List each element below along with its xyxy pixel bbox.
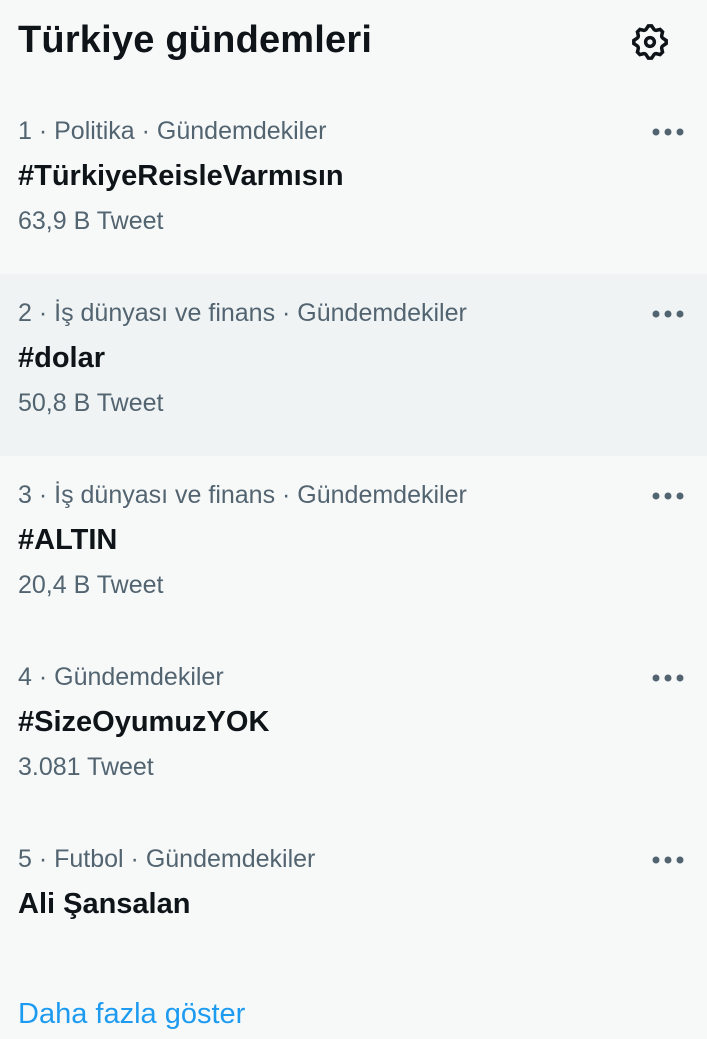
trend-context: 1 · Politika · Gündemdekiler <box>18 117 327 145</box>
trend-tweet-count: 3.081 Tweet <box>18 753 154 781</box>
trend-item[interactable]: 4 · Gündemdekiler #SizeOyumuzYOK 3.081 T… <box>0 638 707 820</box>
trend-item[interactable]: 5 · Futbol · Gündemdekiler Ali Şansalan <box>0 820 707 970</box>
trends-header: Türkiye gündemleri <box>0 0 707 92</box>
more-options-button[interactable] <box>640 112 696 152</box>
settings-button[interactable] <box>622 14 678 70</box>
more-options-button[interactable] <box>640 658 696 698</box>
gear-icon <box>632 24 668 60</box>
trend-item[interactable]: 2 · İş dünyası ve finans · Gündemdekiler… <box>0 274 707 456</box>
trend-tweet-count: 50,8 B Tweet <box>18 389 164 417</box>
trend-name: #TürkiyeReisleVarmısın <box>18 160 344 192</box>
trend-name: #ALTIN <box>18 524 118 556</box>
more-horizontal-icon <box>652 128 684 136</box>
more-horizontal-icon <box>652 856 684 864</box>
trend-item[interactable]: 3 · İş dünyası ve finans · Gündemdekiler… <box>0 456 707 638</box>
more-options-button[interactable] <box>640 294 696 334</box>
more-options-button[interactable] <box>640 476 696 516</box>
page-title: Türkiye gündemleri <box>18 19 373 61</box>
trend-item[interactable]: 1 · Politika · Gündemdekiler #TürkiyeRei… <box>0 92 707 274</box>
trend-tweet-count: 63,9 B Tweet <box>18 207 164 235</box>
more-horizontal-icon <box>652 492 684 500</box>
trend-context: 2 · İş dünyası ve finans · Gündemdekiler <box>18 299 467 327</box>
trend-name: Ali Şansalan <box>18 888 191 920</box>
trend-tweet-count: 20,4 B Tweet <box>18 571 164 599</box>
more-horizontal-icon <box>652 310 684 318</box>
show-more-link[interactable]: Daha fazla göster <box>18 994 245 1034</box>
trend-context: 4 · Gündemdekiler <box>18 663 224 691</box>
more-horizontal-icon <box>652 674 684 682</box>
trend-name: #SizeOyumuzYOK <box>18 706 270 738</box>
more-options-button[interactable] <box>640 840 696 880</box>
trend-name: #dolar <box>18 342 106 374</box>
trend-context: 5 · Futbol · Gündemdekiler <box>18 845 316 873</box>
trend-context: 3 · İş dünyası ve finans · Gündemdekiler <box>18 481 467 509</box>
